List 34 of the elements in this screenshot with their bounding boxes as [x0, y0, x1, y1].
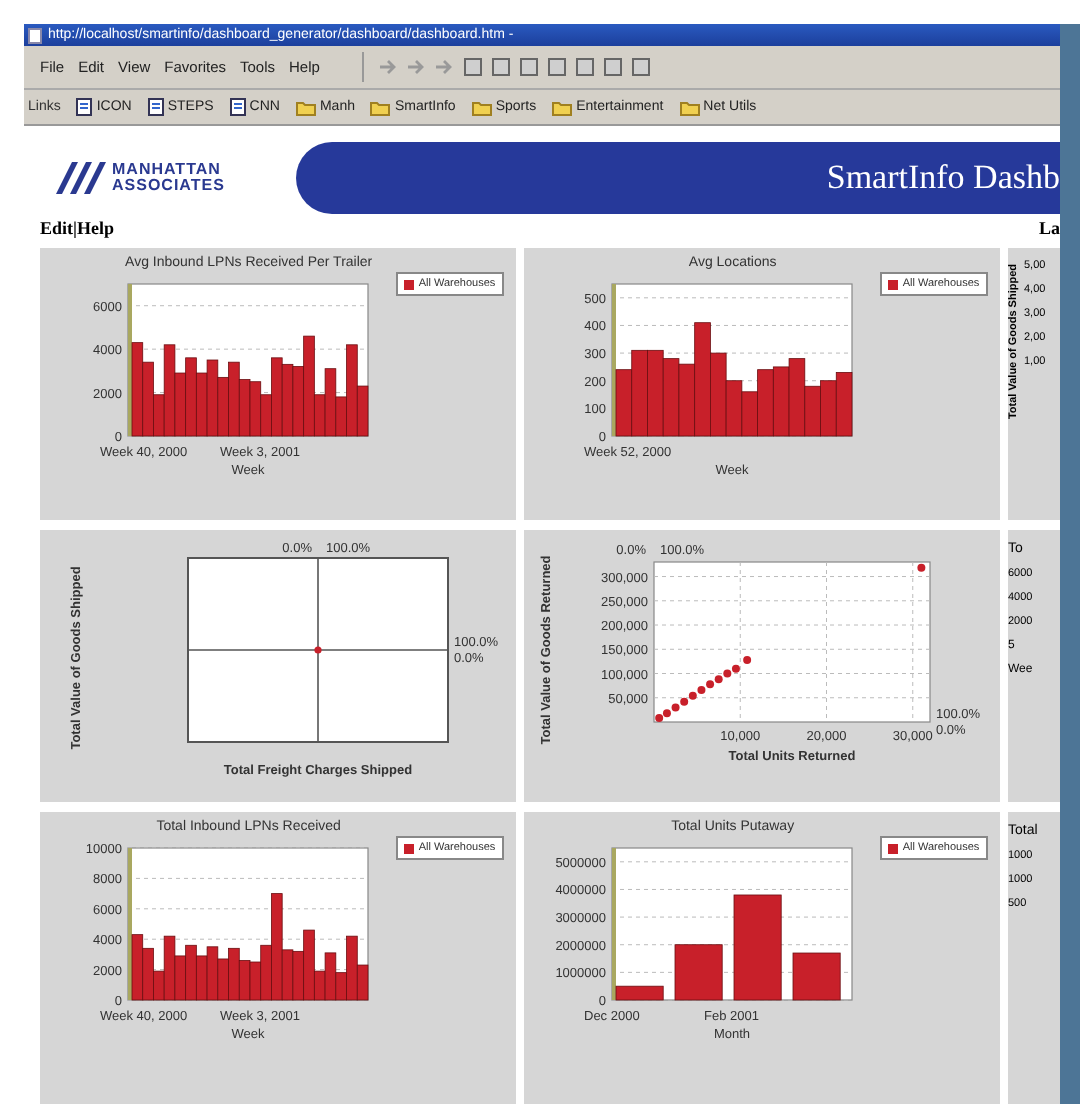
folder-icon — [679, 99, 700, 115]
bar — [675, 944, 724, 1001]
heading-text: La — [1038, 218, 1060, 238]
page-icon — [28, 27, 42, 43]
page-icon — [147, 98, 164, 116]
bar — [616, 369, 633, 437]
toolbar-icon[interactable] — [517, 56, 540, 78]
logo-icon — [56, 162, 108, 194]
bar — [632, 349, 649, 437]
bar — [836, 372, 854, 437]
bar — [793, 952, 842, 1001]
toolbar-icon[interactable] — [545, 56, 568, 78]
logo-text: MANHATTAN ASSOCIATES — [112, 162, 225, 194]
toolbar-icon[interactable] — [489, 56, 512, 78]
bar — [820, 380, 838, 437]
toolbar-icon[interactable] — [461, 56, 484, 78]
bar — [647, 349, 665, 437]
toolbar-icon[interactable] — [629, 56, 652, 78]
bar — [734, 894, 783, 1001]
bar — [663, 358, 680, 437]
page-icon — [229, 98, 246, 116]
page-icon — [76, 98, 93, 116]
menu-link[interactable]: Edit|Help — [40, 218, 114, 238]
folder-icon — [552, 99, 573, 115]
data-point — [917, 563, 926, 572]
data-point — [314, 646, 322, 654]
banner-title: SmartInfo Dashb — [824, 158, 1060, 198]
data-point — [743, 655, 752, 664]
bar — [616, 985, 665, 1001]
folder-icon — [471, 99, 492, 115]
toolbar-icon[interactable] — [601, 56, 624, 78]
folder-icon — [370, 99, 391, 115]
toolbar-icon[interactable] — [573, 56, 596, 78]
folder-icon — [295, 99, 316, 115]
